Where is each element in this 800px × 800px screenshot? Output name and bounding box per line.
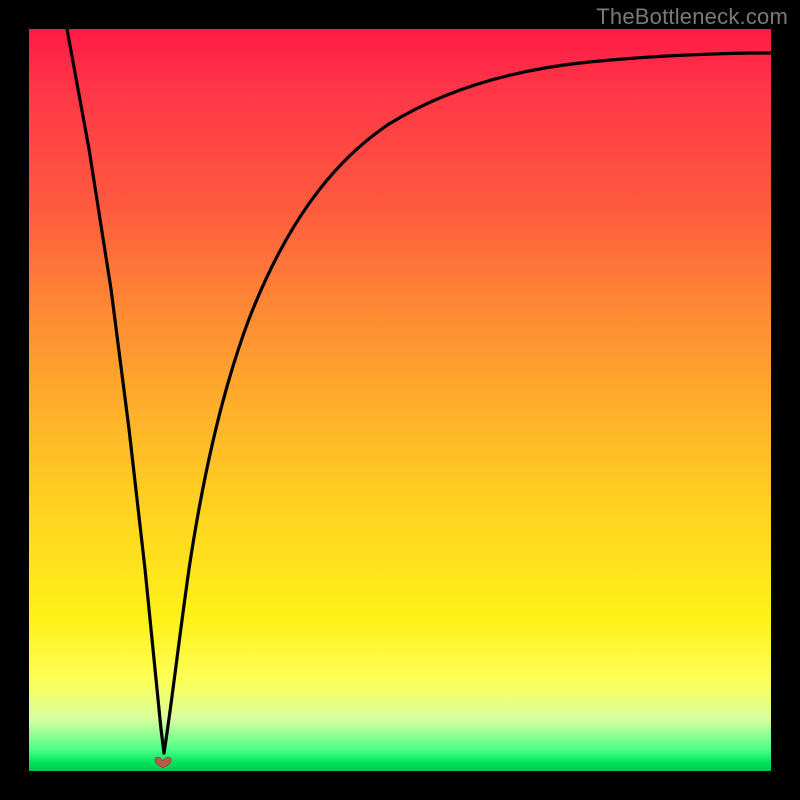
minimum-heart-marker (153, 754, 173, 768)
plot-area (29, 29, 771, 771)
bottleneck-curve (29, 29, 771, 771)
curve-right-branch (164, 53, 771, 753)
curve-left-branch (67, 29, 164, 753)
attribution-text: TheBottleneck.com (596, 4, 788, 30)
